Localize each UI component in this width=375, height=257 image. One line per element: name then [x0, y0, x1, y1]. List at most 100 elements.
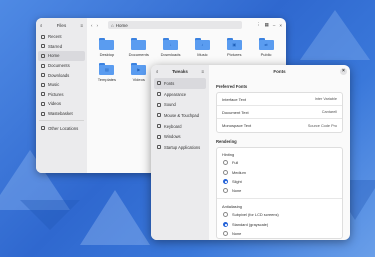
back-icon[interactable]: ‹: [91, 23, 93, 28]
radio-label: Medium: [232, 169, 246, 175]
sidebar-item-label: Appearance: [164, 91, 187, 97]
view-grid-icon[interactable]: ▦: [265, 22, 269, 28]
mouse-icon: [157, 113, 161, 118]
folder-glyph-icon: ▶: [137, 67, 141, 72]
folder-glyph-icon: ↓: [169, 42, 172, 47]
radio-button[interactable]: [223, 169, 228, 175]
folder-icon: [131, 38, 147, 50]
speaker-icon: [157, 102, 161, 107]
folder-item[interactable]: ▶ Videos: [123, 63, 155, 82]
palette-icon: [157, 92, 161, 97]
font-picker-button[interactable]: Cantarell: [322, 110, 337, 114]
tweaks-title: Tweaks: [171, 69, 188, 74]
sidebar-item-fonts[interactable]: Fonts: [154, 78, 206, 89]
folder-item[interactable]: ▤ Templates: [91, 63, 123, 82]
sidebar-item-wastebasket[interactable]: Wastebasket: [36, 109, 87, 119]
sidebar-item-windows[interactable]: Windows: [151, 131, 209, 142]
font-picker-button[interactable]: Inter Variable: [315, 97, 337, 101]
radio-option[interactable]: Full: [217, 158, 342, 167]
menu-icon[interactable]: ≡: [201, 69, 204, 74]
radio-option[interactable]: Slight: [217, 177, 342, 186]
folder-icon: ♪: [194, 38, 210, 50]
radio-option[interactable]: Subpixel (for LCD screens): [217, 210, 342, 219]
folder-item[interactable]: Documents: [123, 38, 155, 57]
sidebar-item-home[interactable]: Home: [38, 51, 85, 61]
image-icon: [41, 92, 45, 97]
path-bar[interactable]: ⌂ Home: [108, 21, 243, 29]
folder-icon: [99, 38, 115, 50]
radio-button[interactable]: [223, 221, 228, 227]
tweaks-main: Fonts × Preferred Fonts Interface Text In…: [209, 65, 350, 240]
folder-item[interactable]: ↓ Downloads: [155, 38, 187, 57]
sidebar-item-label: Recent: [48, 34, 62, 40]
close-icon[interactable]: ×: [340, 68, 347, 75]
folder-label: Templates: [97, 77, 117, 82]
sidebar-item-recent[interactable]: Recent: [36, 32, 87, 42]
radio-label: Subpixel (for LCD screens): [232, 212, 279, 218]
star-icon: [41, 44, 45, 49]
radio-option[interactable]: None: [217, 186, 342, 195]
sidebar-item-music[interactable]: Music: [36, 80, 87, 90]
tweaks-headerbar: Fonts ×: [209, 65, 350, 78]
sidebar-item-videos[interactable]: Videos: [36, 99, 87, 109]
font-row[interactable]: Document Text Cantarell: [217, 106, 342, 119]
hinting-title: Hinting: [222, 152, 235, 157]
preferred-fonts-title: Preferred Fonts: [216, 84, 248, 89]
radio-button[interactable]: [223, 160, 228, 166]
folder-item[interactable]: ▣ Pictures: [218, 38, 250, 57]
folder-item[interactable]: ⇄ Public: [250, 38, 282, 57]
sidebar-item-label: Startup Applications: [164, 144, 201, 150]
folder-item[interactable]: Desktop: [91, 38, 123, 57]
radio-button[interactable]: [223, 212, 228, 218]
radio-button[interactable]: [223, 178, 228, 184]
radio-label: Standard (grayscale): [232, 221, 269, 227]
clock-icon: [41, 34, 45, 39]
close-icon[interactable]: ×: [279, 23, 282, 28]
sidebar-item-documents[interactable]: Documents: [36, 61, 87, 71]
radio-label: None: [232, 188, 242, 194]
radio-button[interactable]: [223, 231, 228, 237]
files-title: Files: [56, 22, 67, 28]
folder-label: Pictures: [227, 52, 242, 57]
sidebar-item-other-locations[interactable]: Other Locations: [36, 123, 87, 133]
sidebar-item-label: Other Locations: [48, 125, 79, 131]
sidebar-item-startup-applications[interactable]: Startup Applications: [151, 142, 209, 153]
document-icon: [41, 63, 45, 68]
folder-label: Desktop: [99, 52, 115, 57]
sidebar-item-sound[interactable]: Sound: [151, 99, 209, 110]
sidebar-item-label: Windows: [164, 134, 181, 140]
font-picker-button[interactable]: Source Code Pro: [308, 124, 337, 128]
sidebar-item-label: Mouse & Touchpad: [164, 112, 199, 118]
search-icon[interactable]: ⌕: [40, 23, 43, 28]
radio-option[interactable]: Standard (grayscale): [217, 220, 342, 229]
sidebar-item-downloads[interactable]: Downloads: [36, 70, 87, 80]
radio-option[interactable]: None: [217, 229, 342, 238]
radio-label: Full: [232, 160, 239, 166]
sidebar-item-pictures[interactable]: Pictures: [36, 90, 87, 100]
radio-option[interactable]: Medium: [217, 167, 342, 176]
sidebar-item-label: Sound: [164, 102, 176, 108]
search-icon[interactable]: ⌕: [156, 69, 159, 74]
tweaks-sidebar: ⌕ Tweaks ≡ Fonts Appearance Sound Mouse & T…: [151, 65, 209, 240]
font-row[interactable]: Monospace Text Source Code Pro: [217, 119, 342, 132]
radio-button[interactable]: [223, 188, 228, 194]
sidebar-item-keyboard[interactable]: Keyboard: [151, 121, 209, 132]
folder-item[interactable]: ♪ Music: [187, 38, 219, 57]
folder-label: Documents: [128, 52, 149, 57]
menu-icon[interactable]: ≡: [80, 23, 83, 28]
more-icon[interactable]: ⋮: [256, 22, 261, 28]
minimize-icon[interactable]: –: [273, 23, 276, 28]
sidebar-item-appearance[interactable]: Appearance: [151, 89, 209, 100]
sidebar-item-starred[interactable]: Starred: [36, 42, 87, 52]
folder-icon: ▶: [131, 63, 147, 75]
files-sidebar-header: ⌕ Files ≡: [36, 18, 87, 32]
sidebar-item-label: Pictures: [48, 91, 64, 97]
forward-icon[interactable]: ›: [97, 23, 99, 28]
font-icon: [157, 81, 161, 86]
font-row[interactable]: Interface Text Inter Variable: [217, 93, 342, 106]
plus-icon: [41, 126, 45, 131]
trash-icon: [41, 111, 45, 116]
folder-icon: ↓: [163, 38, 179, 50]
folder-icon: ⇄: [258, 38, 274, 50]
sidebar-item-mouse-touchpad[interactable]: Mouse & Touchpad: [151, 110, 209, 121]
